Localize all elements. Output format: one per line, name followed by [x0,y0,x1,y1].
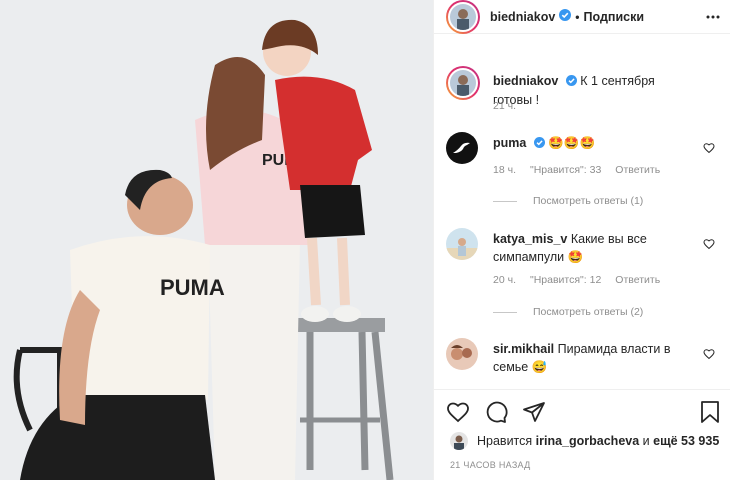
comment-like-icon[interactable] [703,238,715,253]
caption-avatar[interactable] [446,66,480,100]
post-actions: Нравится irina_gorbacheva и ещё 53 935 2… [434,389,730,480]
comment-likes-count[interactable]: "Нравится": 33 [530,164,601,176]
post-timestamp[interactable]: 21 ЧАСОВ НАЗАД [450,460,531,470]
likes-middle: и [642,434,650,448]
comment-text-block: puma 🤩🤩🤩 [493,134,695,153]
likes-others-count[interactable]: ещё 53 935 [653,434,719,448]
comment-meta: 18 ч. "Нравится": 33 Ответить [493,164,660,176]
caption-text-block: biedniakov К 1 сентября готовы ! [493,72,695,109]
share-paper-plane-icon[interactable] [522,400,546,427]
like-heart-icon[interactable] [446,400,470,427]
comment-item: sir.mikhail Пирамида власти в семье 😅 [434,338,730,382]
comment-item: katya_mis_v Какие вы все симпампули 🤩 20… [434,228,730,318]
separator-dot: • [575,9,580,24]
view-replies-button[interactable]: Посмотреть ответы (2) [493,306,643,318]
caption: biedniakov К 1 сентября готовы ! 21 ч. [434,66,730,116]
family-photo: PUMA PUMA [0,0,433,480]
man-shirt-print: PUMA [160,275,225,300]
view-replies-label[interactable]: Посмотреть ответы (2) [533,306,643,318]
author-avatar[interactable] [446,0,480,34]
comment-meta: 20 ч. "Нравится": 12 Ответить [493,274,660,286]
comment-time[interactable]: 18 ч. [493,164,516,176]
verified-icon [565,73,577,91]
katya-avatar[interactable] [446,228,478,260]
comment-item: puma 🤩🤩🤩 18 ч. "Нравится": 33 Ответить П… [434,132,730,212]
puma-logo-icon [453,142,470,153]
comment-username[interactable]: puma [493,136,526,150]
comment-username[interactable]: katya_mis_v [493,232,567,246]
puma-avatar[interactable] [446,132,478,164]
caption-meta: 21 ч. [493,100,516,112]
comment-like-icon[interactable] [703,348,715,363]
likes-summary: Нравится irina_gorbacheva и ещё 53 935 [450,432,719,450]
comment-text: 🤩🤩🤩 [548,136,596,150]
comment-text-block: katya_mis_v Какие вы все симпампули 🤩 [493,230,695,266]
verified-icon [559,9,572,24]
action-icons [446,400,546,427]
replies-divider [493,200,517,202]
author-username[interactable]: biedniakov [490,10,555,24]
liker-avatar[interactable] [450,432,468,450]
caption-time[interactable]: 21 ч. [493,100,516,112]
mikhail-avatar[interactable] [446,338,478,370]
bookmark-icon[interactable] [699,400,721,427]
post-side-panel: biedniakov • Подписки biedniakov К 1 сен… [433,0,730,480]
liker-username[interactable]: irina_gorbacheva [536,434,640,448]
comment-like-icon[interactable] [703,142,715,157]
view-replies-label[interactable]: Посмотреть ответы (1) [533,195,643,207]
comment-bubble-icon[interactable] [484,400,508,427]
caption-username[interactable]: biedniakov [493,74,558,88]
reply-button[interactable]: Ответить [615,274,660,286]
comment-username[interactable]: sir.mikhail [493,342,554,356]
post-header: biedniakov • Подписки [434,0,730,34]
likes-prefix: Нравится [477,434,533,448]
comment-time[interactable]: 20 ч. [493,274,516,286]
following-button[interactable]: Подписки [584,10,645,24]
replies-divider [493,311,517,313]
post-photo: PUMA PUMA [0,0,433,480]
comment-text-block: sir.mikhail Пирамида власти в семье 😅 [493,340,695,376]
verified-icon [533,135,545,153]
more-options-icon[interactable] [705,9,721,28]
view-replies-button[interactable]: Посмотреть ответы (1) [493,195,643,207]
reply-button[interactable]: Ответить [615,164,660,176]
comment-likes-count[interactable]: "Нравится": 12 [530,274,601,286]
